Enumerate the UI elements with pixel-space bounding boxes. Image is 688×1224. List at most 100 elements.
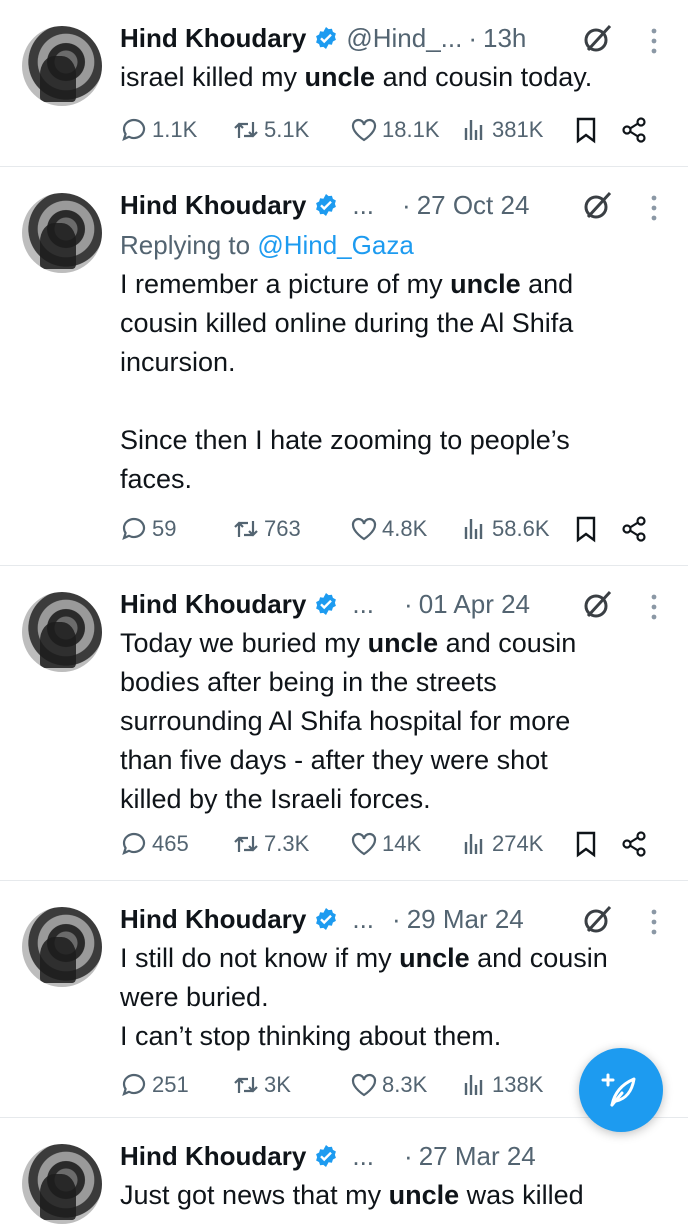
- tweet-content: Hind Khoudary ... · 01 Apr 24 Today we b…: [120, 584, 658, 819]
- tweet-header: Hind Khoudary ... · 01 Apr 24: [120, 584, 658, 624]
- bookmark-icon: [576, 117, 596, 144]
- repost-icon: [234, 836, 258, 852]
- author-handle[interactable]: ...: [352, 190, 374, 221]
- share-icon: [622, 831, 646, 857]
- tweet-timestamp[interactable]: 27 Oct 24: [417, 190, 530, 221]
- bookmark-button[interactable]: [572, 830, 620, 858]
- grok-icon[interactable]: [580, 189, 614, 223]
- compose-button[interactable]: [579, 1048, 663, 1132]
- repost-button[interactable]: 3K: [232, 1071, 350, 1099]
- verified-badge-icon: [316, 194, 337, 216]
- tweet-timestamp[interactable]: 01 Apr 24: [419, 589, 530, 620]
- reply-mention-link[interactable]: @Hind_Gaza: [257, 230, 413, 260]
- repost-icon: [234, 521, 258, 537]
- repost-count: 7.3K: [264, 831, 310, 856]
- grok-icon[interactable]: [580, 588, 614, 622]
- author-name[interactable]: Hind Khoudary: [120, 589, 306, 620]
- avatar[interactable]: [22, 907, 102, 987]
- tweet-text: I remember a picture of my uncle and cou…: [120, 269, 574, 494]
- like-button[interactable]: 18.1K: [350, 116, 460, 144]
- avatar[interactable]: [22, 592, 102, 672]
- compose-icon: [601, 1073, 636, 1107]
- author-handle[interactable]: ...: [352, 904, 374, 935]
- reply-icon: [122, 118, 146, 141]
- more-vertical-icon[interactable]: [650, 909, 658, 935]
- views-button[interactable]: 138K: [460, 1071, 572, 1099]
- tweet-actions: 465 7.3K 14K 274K: [120, 824, 658, 864]
- author-name[interactable]: Hind Khoudary: [120, 1141, 306, 1172]
- tweet[interactable]: Hind Khoudary @Hind_... · 13h israel kil…: [0, 0, 688, 167]
- more-vertical-icon[interactable]: [650, 28, 658, 54]
- bookmark-icon: [576, 516, 596, 543]
- separator-dot: ·: [404, 588, 413, 619]
- reply-icon: [122, 1073, 146, 1096]
- author-name[interactable]: Hind Khoudary: [120, 23, 306, 54]
- repost-icon: [234, 1077, 258, 1093]
- share-icon: [622, 516, 646, 542]
- tweet-header: Hind Khoudary ... · 29 Mar 24: [120, 899, 658, 939]
- repost-button[interactable]: 5.1K: [232, 116, 350, 144]
- views-icon: [464, 120, 483, 140]
- author-handle[interactable]: ...: [352, 589, 374, 620]
- reply-button[interactable]: 251: [120, 1071, 232, 1099]
- tweet-text: israel killed my uncle and cousin today.: [120, 62, 593, 92]
- like-button[interactable]: 14K: [350, 830, 460, 858]
- verified-badge-icon: [316, 593, 337, 615]
- separator-dot: ·: [468, 22, 478, 53]
- repost-count: 3K: [264, 1072, 291, 1097]
- author-handle[interactable]: @Hind_...: [346, 23, 462, 54]
- share-button[interactable]: [620, 515, 648, 543]
- share-icon: [622, 117, 646, 143]
- grok-icon[interactable]: [580, 903, 614, 937]
- reply-button[interactable]: 59: [120, 515, 232, 543]
- author-name[interactable]: Hind Khoudary: [120, 190, 306, 221]
- replying-to: Replying to @Hind_Gaza: [120, 230, 414, 260]
- tweet[interactable]: Hind Khoudary ... · 27 Oct 24 Replying t…: [0, 167, 688, 566]
- reply-button[interactable]: 465: [120, 830, 232, 858]
- repost-count: 5.1K: [264, 117, 310, 142]
- tweet-header: Hind Khoudary ... · 27 Mar 24: [120, 1136, 658, 1176]
- tweet-content: Hind Khoudary @Hind_... · 13h israel kil…: [120, 18, 658, 97]
- like-count: 14K: [382, 831, 422, 856]
- avatar[interactable]: [22, 1144, 102, 1224]
- bookmark-button[interactable]: [572, 116, 620, 144]
- tweet[interactable]: Hind Khoudary ... · 27 Mar 24 Just got n…: [0, 1118, 688, 1224]
- avatar[interactable]: [22, 193, 102, 273]
- author-handle[interactable]: ...: [352, 1141, 374, 1172]
- reply-icon: [122, 517, 146, 540]
- tweet-text: Today we buried my uncle and cousin bodi…: [120, 628, 577, 814]
- tweet-timestamp[interactable]: 27 Mar 24: [419, 1141, 536, 1172]
- tweet-timestamp[interactable]: 13h: [483, 23, 526, 54]
- repost-button[interactable]: 763: [232, 515, 350, 543]
- bookmark-button[interactable]: [572, 515, 620, 543]
- reply-count: 465: [152, 831, 189, 856]
- share-button[interactable]: [620, 116, 648, 144]
- like-count: 8.3K: [382, 1072, 428, 1097]
- tweet-text: Just got news that my uncle was killed: [120, 1180, 584, 1210]
- share-button[interactable]: [620, 830, 648, 858]
- views-button[interactable]: 381K: [460, 116, 572, 144]
- repost-button[interactable]: 7.3K: [232, 830, 350, 858]
- reply-count: 59: [152, 516, 177, 541]
- author-name[interactable]: Hind Khoudary: [120, 904, 306, 935]
- repost-count: 763: [264, 516, 301, 541]
- verified-badge-icon: [316, 1145, 337, 1167]
- like-button[interactable]: 8.3K: [350, 1071, 460, 1099]
- avatar[interactable]: [22, 26, 102, 106]
- more-vertical-icon[interactable]: [650, 594, 658, 620]
- tweet[interactable]: Hind Khoudary ... · 01 Apr 24 Today we b…: [0, 566, 688, 881]
- tweet-header: Hind Khoudary @Hind_... · 13h: [120, 18, 658, 58]
- views-button[interactable]: 274K: [460, 830, 572, 858]
- views-count: 138K: [492, 1072, 544, 1097]
- reply-button[interactable]: 1.1K: [120, 116, 232, 144]
- tweet-timestamp[interactable]: 29 Mar 24: [407, 904, 524, 935]
- more-vertical-icon[interactable]: [650, 195, 658, 221]
- separator-dot: ·: [392, 903, 401, 934]
- views-button[interactable]: 58.6K: [460, 515, 572, 543]
- heart-icon: [351, 832, 377, 856]
- separator-dot: ·: [404, 1140, 413, 1171]
- grok-icon[interactable]: [580, 22, 614, 56]
- tweet-content: Hind Khoudary ... · 29 Mar 24 I still do…: [120, 899, 658, 1056]
- repost-icon: [234, 122, 258, 138]
- like-button[interactable]: 4.8K: [350, 515, 460, 543]
